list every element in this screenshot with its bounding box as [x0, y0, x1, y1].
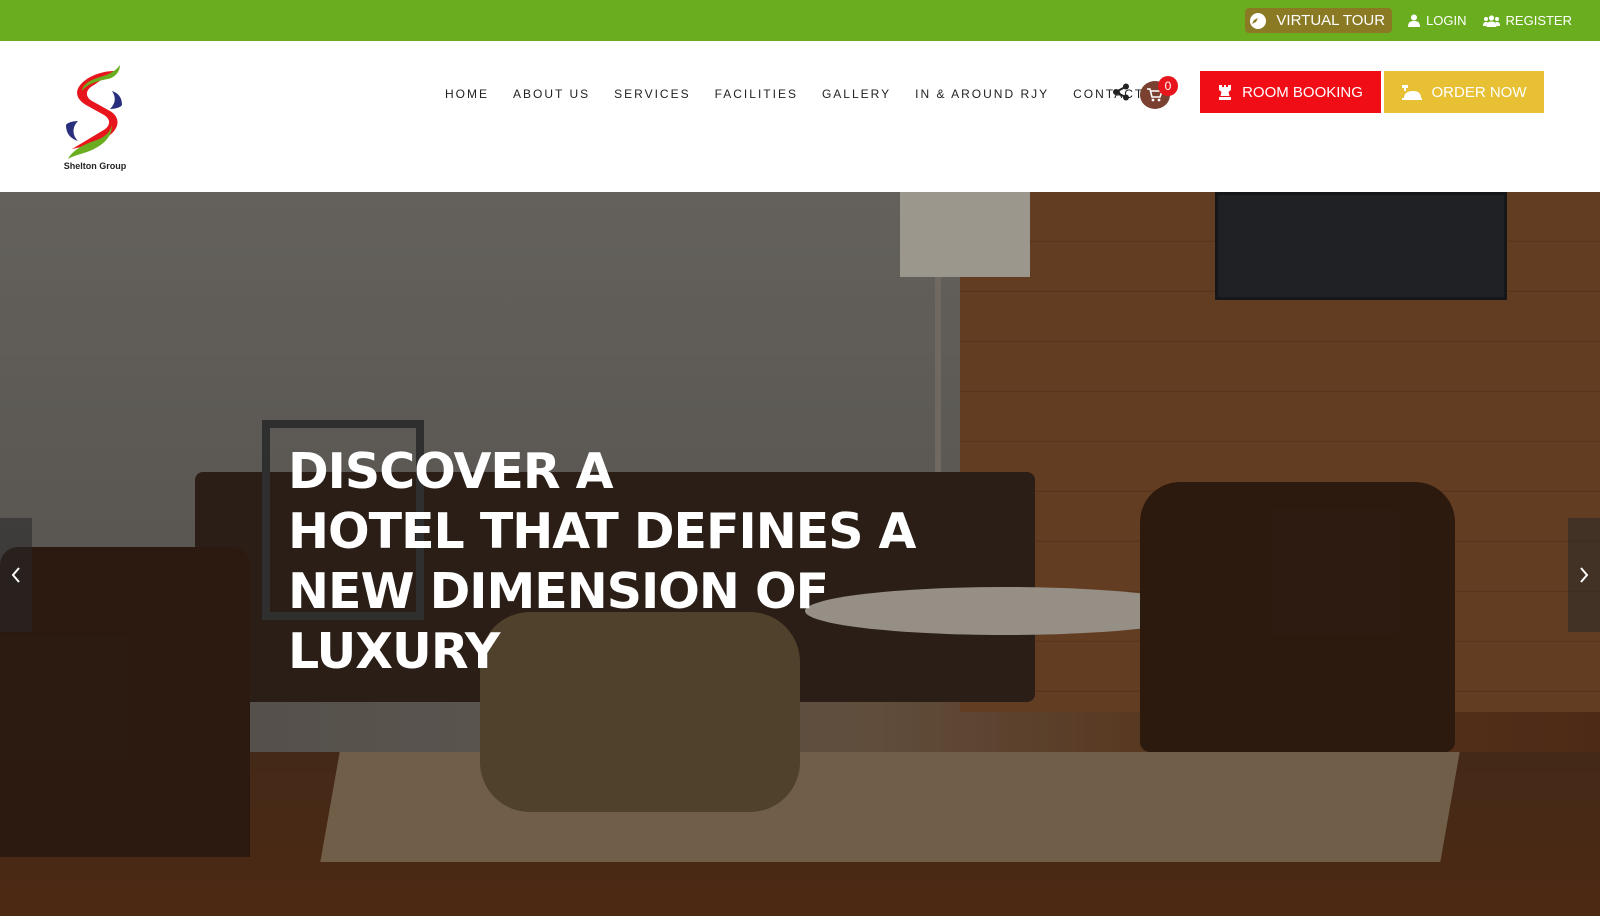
- chess-rook-icon: [1219, 84, 1232, 100]
- nav-item-facilities[interactable]: FACILITIES: [715, 87, 798, 101]
- order-now-button[interactable]: ORDER NOW: [1384, 71, 1544, 113]
- nav-item-contact[interactable]: CONTACT: [1073, 87, 1144, 101]
- hero-title: DISCOVER A HOTEL THAT DEFINES A NEW DIME…: [288, 442, 1008, 682]
- top-bar: VIRTUAL TOUR LOGIN REGISTER: [0, 0, 1600, 41]
- nav-item-services[interactable]: SERVICES: [614, 87, 690, 101]
- login-link[interactable]: LOGIN: [1408, 13, 1467, 28]
- virtual-tour-label: VIRTUAL TOUR: [1276, 12, 1386, 29]
- chevron-right-icon: [1580, 567, 1589, 583]
- nav-item-gallery[interactable]: GALLERY: [822, 87, 891, 101]
- logo[interactable]: [64, 65, 126, 175]
- food-tray-icon: [1401, 84, 1422, 100]
- nav-item-about-us[interactable]: ABOUT US: [513, 87, 590, 101]
- hero-slider: DISCOVER A HOTEL THAT DEFINES A NEW DIME…: [0, 192, 1600, 916]
- hero-title-line: HOTEL THAT DEFINES A: [288, 503, 916, 560]
- virtual-tour-link[interactable]: VIRTUAL TOUR: [1245, 8, 1393, 33]
- nav-item-in-around-rjy[interactable]: IN & AROUND RJY: [915, 87, 1049, 101]
- room-booking-button[interactable]: ROOM BOOKING: [1200, 71, 1381, 113]
- order-now-label: ORDER NOW: [1431, 83, 1527, 101]
- chevron-left-icon: [11, 567, 20, 583]
- shelton-logo-icon: [66, 65, 122, 159]
- user-icon: [1408, 14, 1421, 27]
- cart-count-badge: 0: [1158, 76, 1178, 96]
- share-icon[interactable]: [1112, 83, 1130, 101]
- register-link[interactable]: REGISTER: [1482, 13, 1572, 28]
- main-nav: HOME ABOUT US SERVICES FACILITIES GALLER…: [445, 83, 1144, 105]
- top-bar-links: VIRTUAL TOUR LOGIN REGISTER: [1245, 0, 1572, 41]
- site-header: Shelton Group HOME ABOUT US SERVICES FAC…: [0, 41, 1600, 192]
- hero-title-line: LUXURY: [288, 623, 500, 680]
- compass-icon: [1250, 12, 1267, 29]
- hero-title-line: NEW DIMENSION OF: [288, 563, 829, 620]
- slider-prev-button[interactable]: [0, 518, 32, 632]
- logo-caption: Shelton Group: [63, 161, 127, 171]
- register-label: REGISTER: [1505, 13, 1572, 28]
- nav-item-home[interactable]: HOME: [445, 87, 489, 101]
- cart-button[interactable]: 0: [1140, 76, 1178, 110]
- hero-title-line: DISCOVER A: [288, 443, 614, 500]
- room-booking-label: ROOM BOOKING: [1242, 83, 1363, 101]
- slider-next-button[interactable]: [1568, 518, 1600, 632]
- users-icon: [1482, 14, 1500, 27]
- login-label: LOGIN: [1426, 13, 1467, 28]
